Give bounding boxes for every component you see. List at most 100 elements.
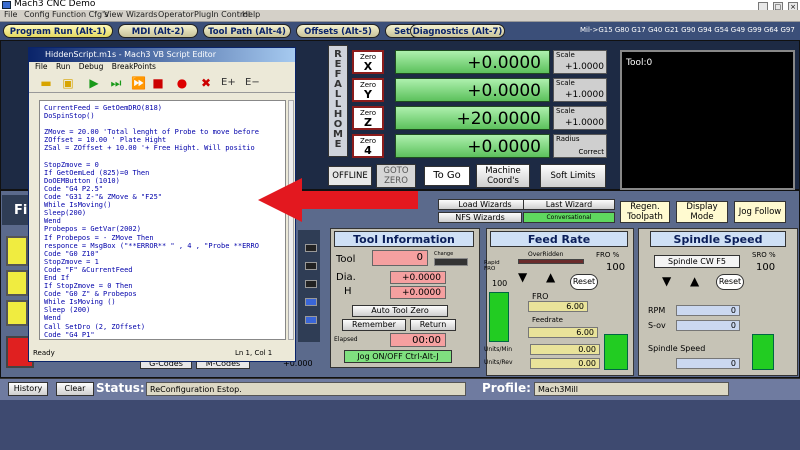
editor-menu-breakpoints[interactable]: BreakPoints [112,62,156,71]
regen-toolpath-button[interactable]: Regen. Toolpath [620,201,670,223]
scale-y-value: +1.0000 [564,90,604,100]
menu-help[interactable]: Help [242,10,260,19]
menu-function-cfgs[interactable]: Function Cfg's [52,10,108,19]
profile-label: Profile: [482,381,531,395]
fro-percent-label: FRO % [596,251,620,259]
sro-slider[interactable] [752,334,774,370]
tool-number-field[interactable]: 0 [372,250,428,266]
sov-field: 0 [676,320,740,331]
change-label: Change [434,251,454,257]
feedrate-field[interactable]: 6.00 [528,327,598,338]
remember-button[interactable]: Remember [342,319,406,331]
to-go-button[interactable]: To Go [424,166,470,186]
tab-program-run[interactable]: Program Run (Alt-1) [3,24,113,38]
stop-button[interactable] [6,300,28,326]
step-icon[interactable]: ⏭ [109,76,123,90]
menu-config[interactable]: Config [24,10,50,19]
jog-toggle-button[interactable]: Jog ON/OFF Ctrl-Alt-J [344,350,452,363]
zero-z-button[interactable]: Zero Z [352,106,384,130]
stop-icon[interactable]: ■ [151,76,165,90]
spindle-cw-button[interactable]: Spindle CW F5 [654,255,740,268]
sro-down-icon[interactable]: ▼ [662,274,671,288]
editor-menu-run[interactable]: Run [56,62,70,71]
spindle-speed-field: 0 [676,358,740,369]
conversational-button[interactable]: Conversational [523,212,615,223]
scale-x[interactable]: Scale +1.0000 [553,50,607,74]
sro-up-icon[interactable]: ▲ [690,274,699,288]
led-3 [305,280,317,288]
h-field[interactable]: +0.0000 [390,286,446,299]
last-wizard-button[interactable]: Last Wizard [523,199,615,210]
menu-wizards[interactable]: Wizards [126,10,157,19]
dro-z[interactable]: +20.0000 [395,106,550,130]
cycle-start-button[interactable] [6,236,28,266]
fro-overridden-led [518,259,584,264]
clear-button[interactable]: Clear [56,382,94,396]
tool-label: Tool [336,254,356,265]
editor-toolbar: ▬ ▣ ▶ ⏭ ⏩ ■ ● ✖ E+ E− [29,73,295,93]
jog-follow-button[interactable]: Jog Follow [734,201,786,223]
step-over-icon[interactable]: ⏩ [131,76,146,90]
rapid-fro-slider[interactable] [489,292,509,342]
nfs-wizards-button[interactable]: NFS Wizards [438,212,522,223]
tab-offsets[interactable]: Offsets (Alt-5) [296,24,380,38]
display-mode-button[interactable]: Display Mode [676,201,728,223]
sro-reset-button[interactable]: Reset [716,274,744,290]
zero-x-button[interactable]: Zero X [352,50,384,74]
breakpoint-icon[interactable]: ● [175,76,189,90]
units-rev-field: 0.00 [530,358,600,369]
radius-correct-button[interactable]: Radius Correct [553,134,607,158]
machine-coords-button[interactable]: Machine Coord's [476,164,530,188]
history-button[interactable]: History [8,382,48,396]
scale-z[interactable]: Scale +1.0000 [553,106,607,130]
toolpath-display[interactable]: Tool:0 [620,50,795,190]
ref-all-home-button[interactable]: REF ALL HOME [328,45,348,157]
sov-label: S-ov [648,321,666,330]
load-wizards-button[interactable]: Load Wizards [438,199,532,210]
fro-label: FRO [532,292,549,301]
dro-x[interactable]: +0.0000 [395,50,550,74]
fro-down-icon[interactable]: ▼ [518,270,527,284]
zero-y-button[interactable]: Zero Y [352,78,384,102]
menu-operator[interactable]: Operator [158,10,194,19]
dia-field[interactable]: +0.0000 [390,271,446,284]
clear-breakpoints-icon[interactable]: ✖ [199,76,213,90]
axis-4-letter: 4 [364,144,372,157]
fro-reset-button[interactable]: Reset [570,274,598,290]
fro-up-icon[interactable]: ▲ [546,270,555,284]
modal-codes-readout: Mil->G15 G80 G17 G40 G21 G90 G94 G54 G49… [580,26,795,34]
feed-hold-button[interactable] [6,270,28,296]
radius-label: Radius [556,135,580,143]
tab-diagnostics[interactable]: Diagnostics (Alt-7) [410,24,505,38]
open-folder-icon[interactable]: ▬ [39,76,53,90]
vb-script-editor-window[interactable]: HiddenScript.m1s - Mach3 VB Script Edito… [28,47,296,362]
code-text-area[interactable]: CurrentFeed = GetOemDRO(818) DoSpinStop(… [39,100,286,340]
return-button[interactable]: Return [410,319,456,331]
soft-limits-button[interactable]: Soft Limits [540,164,606,188]
tab-tool-path[interactable]: Tool Path (Alt-4) [203,24,291,38]
ref-all-home-label: REF ALL HOME [333,49,343,150]
menu-view[interactable]: View [104,10,123,19]
collapse-icon[interactable]: E− [245,76,260,90]
auto-tool-zero-button[interactable]: Auto Tool Zero [352,305,448,317]
editor-menu-debug[interactable]: Debug [79,62,104,71]
menu-file[interactable]: File [4,10,17,19]
scale-y[interactable]: Scale +1.0000 [553,78,607,102]
dro-4[interactable]: +0.0000 [395,134,550,158]
fro-slider[interactable] [604,334,628,370]
dro-y[interactable]: +0.0000 [395,78,550,102]
fro-percent-value: 100 [606,262,626,273]
tab-mdi[interactable]: MDI (Alt-2) [118,24,198,38]
zero-4-button[interactable]: Zero 4 [352,134,384,158]
axis-y-letter: Y [364,88,372,101]
save-icon[interactable]: ▣ [61,76,75,90]
expand-icon[interactable]: E+ [221,76,236,90]
sro-label: SRO % [752,251,776,259]
fro-field[interactable]: 6.00 [528,301,588,312]
led-5 [305,316,317,324]
led-4 [305,298,317,306]
h-label: H [344,286,352,297]
rpm-field[interactable]: 0 [676,305,740,316]
run-icon[interactable]: ▶ [87,76,101,90]
editor-menu-file[interactable]: File [35,62,48,71]
